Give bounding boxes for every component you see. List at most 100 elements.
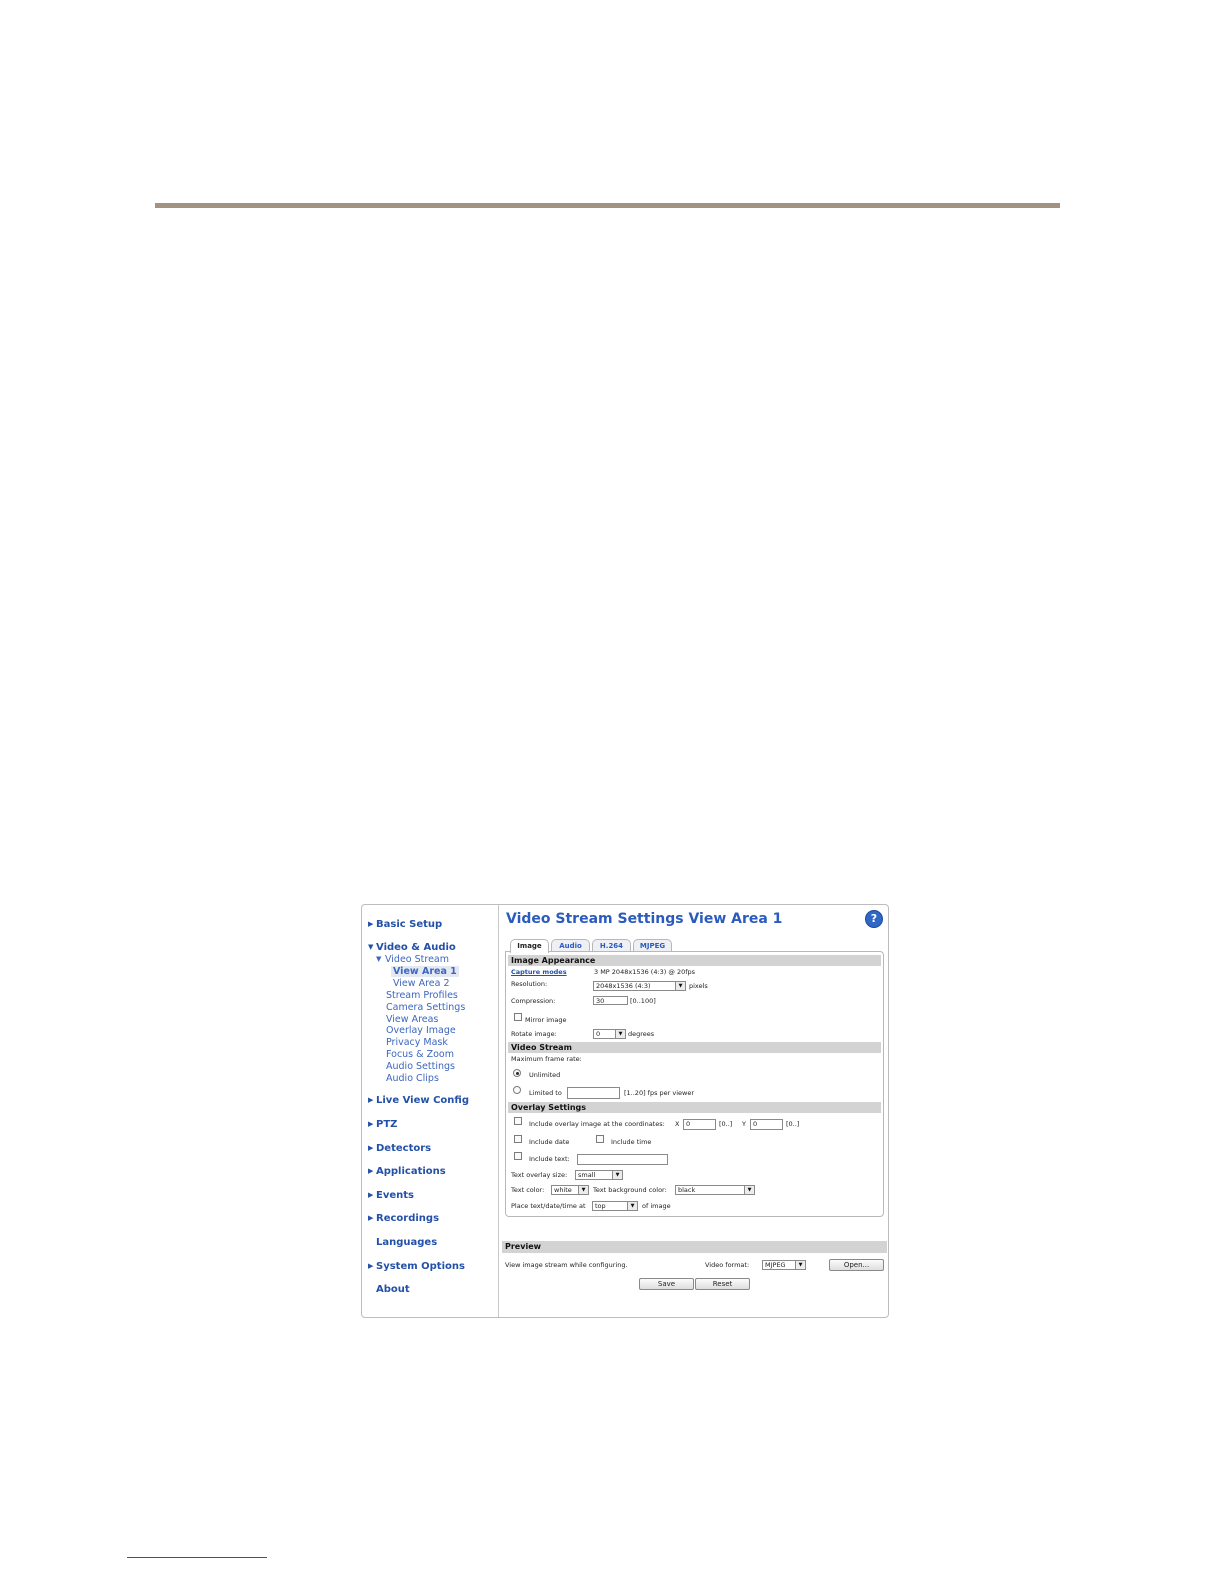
- tab-image[interactable]: Image: [510, 939, 549, 953]
- nav-view-areas[interactable]: View Areas: [386, 1014, 438, 1025]
- include-text-checkbox[interactable]: [514, 1152, 522, 1160]
- rotate-unit: degrees: [628, 1030, 655, 1038]
- nav-view-area-1[interactable]: View Area 1: [391, 966, 459, 977]
- triangle-right-icon: ▶: [368, 1262, 374, 1270]
- resolution-label: Resolution:: [511, 980, 548, 988]
- compression-label: Compression:: [511, 997, 556, 1005]
- include-text-label: Include text:: [529, 1155, 570, 1163]
- triangle-down-icon: ▼: [368, 943, 374, 951]
- triangle-right-icon: ▶: [368, 1120, 374, 1128]
- include-time-label: Include time: [611, 1138, 652, 1146]
- include-overlay-image-label: Include overlay image at the coordinates…: [529, 1120, 665, 1128]
- chevron-down-icon: ▼: [578, 1186, 588, 1194]
- video-format-select[interactable]: MJPEG ▼: [762, 1260, 806, 1270]
- place-text-label: Place text/date/time at: [511, 1202, 586, 1210]
- limited-range: [1..20] fps per viewer: [624, 1089, 695, 1097]
- rotate-label: Rotate image:: [511, 1030, 557, 1038]
- triangle-right-icon: ▶: [368, 1096, 374, 1104]
- chevron-down-icon: ▼: [612, 1171, 622, 1179]
- rotate-select[interactable]: 0 ▼: [593, 1029, 626, 1039]
- nav-view-area-2[interactable]: View Area 2: [393, 978, 450, 989]
- y-range: [0..]: [786, 1120, 800, 1128]
- header-rule: [155, 203, 1060, 208]
- nav-audio-clips[interactable]: Audio Clips: [386, 1073, 439, 1084]
- sidebar: ▶ Basic Setup ▼ Video & Audio ▼ Video Strea…: [362, 905, 499, 1317]
- chevron-down-icon: ▼: [627, 1202, 637, 1210]
- limited-radio[interactable]: [513, 1086, 521, 1094]
- page-title: Video Stream Settings View Area 1: [506, 911, 783, 927]
- max-frame-rate-label: Maximum frame rate:: [511, 1055, 582, 1063]
- nav-recordings[interactable]: ▶ Recordings: [368, 1213, 439, 1224]
- nav-applications[interactable]: ▶ Applications: [368, 1166, 446, 1177]
- nav-system-options[interactable]: ▶ System Options: [368, 1261, 465, 1272]
- main-content: Video Stream Settings View Area 1 ? Imag…: [500, 905, 888, 1317]
- nav-events[interactable]: ▶ Events: [368, 1190, 414, 1201]
- nav-focus-zoom[interactable]: Focus & Zoom: [386, 1049, 454, 1060]
- nav-detectors[interactable]: ▶ Detectors: [368, 1143, 431, 1154]
- section-preview: Preview: [502, 1241, 887, 1253]
- limited-label: Limited to: [529, 1089, 562, 1097]
- nav-languages[interactable]: Languages: [376, 1237, 437, 1248]
- text-size-label: Text overlay size:: [511, 1171, 568, 1179]
- chevron-down-icon: ▼: [675, 982, 685, 990]
- triangle-right-icon: ▶: [368, 1167, 374, 1175]
- section-image-appearance: Image Appearance: [508, 955, 881, 966]
- chevron-down-icon: ▼: [795, 1261, 805, 1269]
- nav-camera-settings[interactable]: Camera Settings: [386, 1002, 465, 1013]
- place-text-select[interactable]: top ▼: [592, 1201, 638, 1211]
- text-bg-color-select[interactable]: black ▼: [675, 1185, 755, 1195]
- triangle-right-icon: ▶: [368, 920, 374, 928]
- include-date-label: Include date: [529, 1138, 570, 1146]
- text-color-select[interactable]: white ▼: [551, 1185, 589, 1195]
- nav-ptz[interactable]: ▶ PTZ: [368, 1119, 397, 1130]
- preview-description: View image stream while configuring.: [505, 1261, 628, 1269]
- triangle-down-icon: ▼: [376, 955, 382, 963]
- triangle-right-icon: ▶: [368, 1214, 374, 1222]
- text-color-label: Text color:: [511, 1186, 545, 1194]
- footer-link-underline: [127, 1557, 267, 1558]
- nav-video-stream[interactable]: ▼ Video Stream: [376, 954, 449, 965]
- unlimited-label: Unlimited: [529, 1071, 561, 1079]
- nav-basic-setup[interactable]: ▶ Basic Setup: [368, 919, 442, 930]
- nav-privacy-mask[interactable]: Privacy Mask: [386, 1037, 448, 1048]
- nav-live-view-config[interactable]: ▶ Live View Config: [368, 1095, 469, 1106]
- triangle-right-icon: ▶: [368, 1144, 374, 1152]
- resolution-select[interactable]: 2048x1536 (4:3) ▼: [593, 981, 686, 991]
- reset-button[interactable]: Reset: [695, 1278, 750, 1290]
- image-settings-panel: Image Appearance Capture modes 3 MP 2048…: [505, 951, 884, 1217]
- section-overlay-settings: Overlay Settings: [508, 1102, 881, 1113]
- question-circle-icon[interactable]: ?: [865, 910, 883, 928]
- include-date-checkbox[interactable]: [514, 1135, 522, 1143]
- nav-overlay-image[interactable]: Overlay Image: [386, 1025, 456, 1036]
- include-overlay-image-checkbox[interactable]: [514, 1117, 522, 1125]
- text-size-select[interactable]: small ▼: [575, 1170, 623, 1180]
- chevron-down-icon: ▼: [744, 1186, 754, 1194]
- overlay-x-input[interactable]: 0: [683, 1119, 716, 1130]
- overlay-text-input[interactable]: [577, 1154, 668, 1165]
- mirror-image-checkbox[interactable]: [514, 1013, 522, 1021]
- include-time-checkbox[interactable]: [596, 1135, 604, 1143]
- triangle-right-icon: ▶: [368, 1191, 374, 1199]
- compression-range: [0..100]: [630, 997, 656, 1005]
- overlay-y-input[interactable]: 0: [750, 1119, 783, 1130]
- chevron-down-icon: ▼: [615, 1030, 625, 1038]
- compression-input[interactable]: 30: [593, 996, 628, 1005]
- camera-web-interface-screenshot: ▶ Basic Setup ▼ Video & Audio ▼ Video Strea…: [361, 904, 889, 1318]
- capture-mode-value: 3 MP 2048x1536 (4:3) @ 20fps: [594, 968, 696, 976]
- unlimited-radio[interactable]: [513, 1069, 521, 1077]
- limited-fps-input[interactable]: [567, 1087, 620, 1099]
- save-button[interactable]: Save: [639, 1278, 694, 1290]
- y-label: Y: [742, 1120, 746, 1128]
- video-format-label: Video format:: [705, 1261, 750, 1269]
- capture-modes-link[interactable]: Capture modes: [511, 968, 567, 977]
- x-label: X: [675, 1120, 680, 1128]
- nav-about[interactable]: About: [376, 1284, 410, 1295]
- nav-video-audio[interactable]: ▼ Video & Audio: [368, 942, 456, 953]
- open-preview-button[interactable]: Open...: [829, 1259, 884, 1271]
- section-video-stream: Video Stream: [508, 1042, 881, 1053]
- mirror-image-label: Mirror image: [525, 1016, 567, 1024]
- place-text-suffix: of image: [642, 1202, 671, 1210]
- x-range: [0..]: [719, 1120, 733, 1128]
- nav-stream-profiles[interactable]: Stream Profiles: [386, 990, 458, 1001]
- nav-audio-settings[interactable]: Audio Settings: [386, 1061, 455, 1072]
